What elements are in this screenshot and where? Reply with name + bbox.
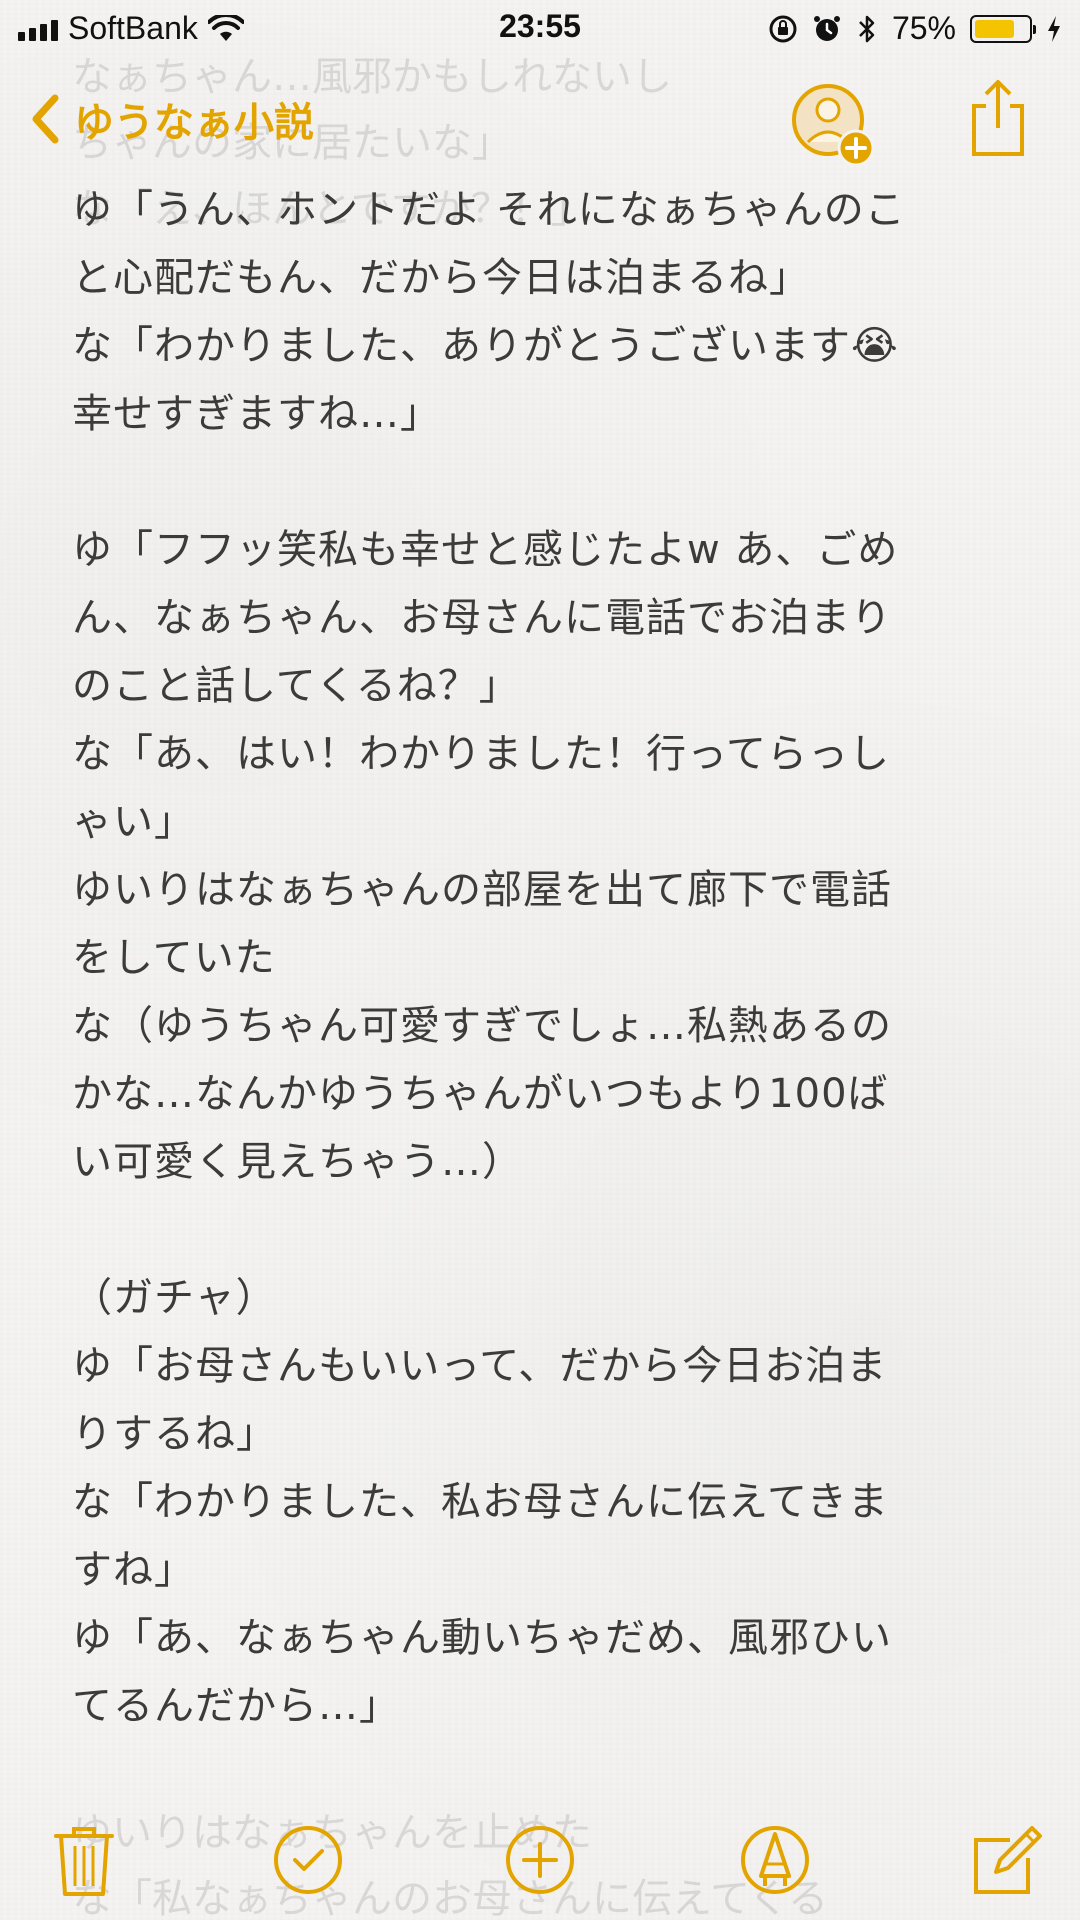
note-line: な「わかりました、私お母さんに伝えてきま (72, 1479, 889, 1525)
note-line: をしていた (72, 935, 276, 981)
note-line (72, 448, 1022, 516)
compose-icon[interactable] (966, 1820, 1046, 1900)
note-line: い可愛く見えちゃう…） (72, 1139, 523, 1185)
note-line (72, 1196, 1022, 1264)
note-line: （ガチャ） (72, 1275, 277, 1321)
note-line: すね」 (72, 1547, 195, 1593)
note-line: りするね」 (72, 1411, 277, 1457)
checkmark-circle-icon[interactable] (268, 1820, 348, 1900)
bottom-toolbar (0, 1800, 1080, 1920)
note-line: かな…なんかゆうちゃんがいつもより100ば (72, 1071, 889, 1117)
battery-percentage: 75% (891, 10, 956, 46)
back-button-label: ゆうなぁ小説 (74, 100, 314, 146)
note-line: 幸せすぎますね…」 (72, 391, 441, 437)
note-line: な「あ、はい！わかりました！行ってらっし (72, 731, 890, 777)
rotation-lock-icon (769, 15, 797, 42)
add-person-icon[interactable] (788, 80, 878, 170)
navigation-bar: ゆうなぁ小説 (0, 60, 1080, 180)
note-line: ん、なぁちゃん、お母さんに電話でお泊まり (72, 595, 892, 641)
pen-tip-circle-icon[interactable] (735, 1820, 815, 1900)
status-right: 75% (768, 10, 1062, 47)
note-line: ゆいりはなぁちゃんの部屋を出て廊下で電話 (72, 867, 892, 913)
note-body[interactable]: ゆ「うん、ホントだよ それになぁちゃんのこ と心配だもん、だから今日は泊まるね」な… (72, 176, 1022, 1740)
note-line: ゆ「うん、ホントだよ それになぁちゃんのこ (72, 187, 906, 233)
note-line: ゆ「お母さんもいいって、だから今日お泊ま (72, 1343, 888, 1389)
note-line: ゆ「フフッ笑私も幸せと感じたよw あ、ごめ (72, 527, 899, 573)
note-line: てるんだから…」 (72, 1683, 400, 1729)
note-line: のこと話してくるね？」 (72, 663, 520, 709)
battery-icon (970, 14, 1036, 43)
chevron-left-icon (32, 94, 59, 144)
note-line: ゆ「あ、なぁちゃん動いちゃだめ、風邪ひい (72, 1615, 892, 1661)
battery-level-fill (975, 19, 1014, 38)
charging-bolt-icon (1048, 15, 1060, 42)
back-button[interactable]: ゆうなぁ小説 (30, 90, 314, 148)
status-bar: SoftBank 23:55 75% (0, 0, 1080, 60)
trash-icon[interactable] (44, 1820, 124, 1900)
note-line: ゃい」 (72, 799, 195, 845)
note-line: と心配だもん、だから今日は泊まるね」 (72, 255, 810, 301)
alarm-clock-icon (813, 15, 840, 41)
note-line: な「わかりました、ありがとうございます😭 (72, 323, 899, 369)
plus-circle-icon[interactable] (500, 1820, 580, 1900)
bluetooth-icon (859, 15, 875, 42)
share-icon[interactable] (968, 78, 1028, 158)
note-line: な（ゆうちゃん可愛すぎでしょ…私熱あるの (72, 1003, 892, 1049)
